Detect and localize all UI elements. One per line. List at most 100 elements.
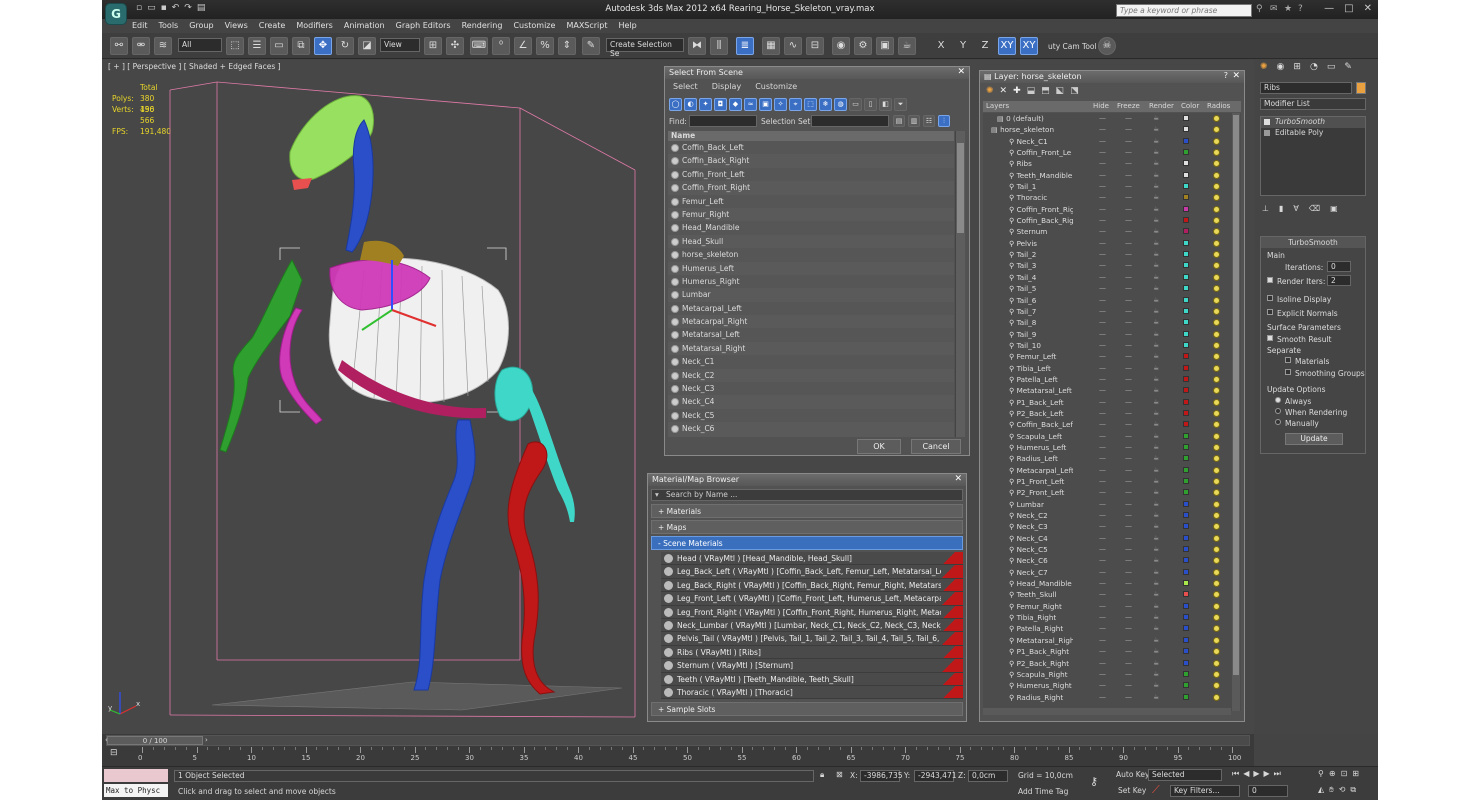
goto-end-icon[interactable]: ⏭ [1274, 769, 1281, 779]
freeze-toggle[interactable]: — [1125, 306, 1132, 317]
list-item[interactable]: Neck_C2 [668, 369, 954, 382]
layer-color-swatch[interactable] [1183, 160, 1189, 167]
isoline-checkbox[interactable] [1267, 295, 1273, 301]
list-item[interactable]: Coffin_Back_Left [668, 141, 954, 155]
layer-column-freeze[interactable]: Freeze [1117, 102, 1140, 110]
freeze-toggle[interactable]: — [1125, 487, 1132, 498]
render-teapot-icon[interactable]: ☕ [1153, 215, 1159, 226]
render-setup-icon[interactable]: ⚙ [854, 37, 872, 55]
display-xrefs-icon[interactable]: ✧ [774, 98, 787, 111]
render-teapot-icon[interactable]: ☕ [1153, 147, 1159, 158]
utilities-tab-icon[interactable]: ✎ [1344, 62, 1352, 72]
display-groups-icon[interactable]: ▣ [759, 98, 772, 111]
help-icon[interactable]: ? [1224, 71, 1228, 80]
layer-row[interactable]: ⚲ Neck_C6 — — ☕ [983, 555, 1241, 566]
maxscript-listener[interactable] [104, 769, 168, 782]
render-teapot-icon[interactable]: ☕ [1153, 680, 1159, 691]
layer-color-swatch[interactable] [1183, 682, 1189, 689]
list-item[interactable]: Head_Skull [668, 235, 954, 248]
radiosity-bulb-icon[interactable] [1213, 409, 1220, 417]
layer-color-swatch[interactable] [1183, 580, 1189, 587]
layer-row[interactable]: ⚲ P2_Front_Left — — ☕ [983, 487, 1241, 498]
render-teapot-icon[interactable]: ☕ [1153, 408, 1159, 419]
create-tab-icon[interactable]: ✺ [1260, 62, 1268, 72]
freeze-toggle[interactable]: — [1125, 340, 1132, 351]
render-teapot-icon[interactable]: ☕ [1153, 260, 1159, 271]
category-sample-slots[interactable]: + Sample Slots [651, 702, 963, 716]
keyboard-shortcut-icon[interactable]: ⌨ [470, 37, 488, 55]
layer-color-swatch[interactable] [1183, 443, 1189, 450]
highlight-layer-icon[interactable]: ⬒ [1041, 86, 1050, 98]
layer-row[interactable]: ⚲ Femur_Left — — ☕ [983, 351, 1241, 362]
render-teapot-icon[interactable]: ☕ [1153, 158, 1159, 169]
hide-toggle[interactable]: — [1099, 226, 1106, 237]
list-item[interactable]: Metatarsal_Left [668, 328, 954, 342]
hide-toggle[interactable]: — [1099, 601, 1106, 612]
freeze-toggle[interactable]: — [1125, 521, 1132, 532]
x-coordinate-field[interactable]: -3986,735 [860, 770, 903, 782]
render-teapot-icon[interactable]: ☕ [1153, 419, 1159, 430]
mirror-icon[interactable]: ⧓ [688, 37, 706, 55]
list-item[interactable]: Metatarsal_Right [668, 342, 954, 355]
radiosity-bulb-icon[interactable] [1213, 500, 1220, 508]
modifier-bulb-icon[interactable] [1264, 119, 1270, 125]
select-move-icon[interactable]: ✥ [314, 37, 332, 55]
radiosity-bulb-icon[interactable] [1213, 251, 1220, 259]
hide-toggle[interactable]: — [1099, 555, 1106, 566]
close-icon[interactable]: ✕ [957, 67, 965, 77]
layer-row[interactable]: ⚲ Neck_C7 — — ☕ [983, 567, 1241, 578]
list-item[interactable]: Head_Mandible [668, 221, 954, 235]
radiosity-bulb-icon[interactable] [1213, 126, 1220, 134]
layer-row[interactable]: ⚲ Neck_C3 — — ☕ [983, 521, 1241, 532]
axis-x-button[interactable]: X [932, 37, 950, 55]
help-icon[interactable]: ? [1298, 4, 1303, 14]
radiosity-bulb-icon[interactable] [1213, 307, 1220, 315]
layer-color-swatch[interactable] [1183, 591, 1189, 598]
layer-color-swatch[interactable] [1183, 228, 1189, 235]
scrollbar-thumb[interactable] [957, 143, 964, 233]
freeze-toggle[interactable]: — [1125, 680, 1132, 691]
radiosity-bulb-icon[interactable] [1213, 262, 1220, 270]
hide-toggle[interactable]: — [1099, 385, 1106, 396]
layer-column-render[interactable]: Render [1149, 102, 1174, 110]
layer-column-color[interactable]: Color [1181, 102, 1199, 110]
render-teapot-icon[interactable]: ☕ [1153, 623, 1159, 634]
layer-color-swatch[interactable] [1183, 307, 1189, 314]
freeze-toggle[interactable]: — [1125, 374, 1132, 385]
hide-toggle[interactable]: — [1099, 510, 1106, 521]
set-key-icon[interactable]: ⟋ [1152, 783, 1160, 797]
display-helpers-icon[interactable]: ◆ [729, 98, 742, 111]
hide-toggle[interactable]: — [1099, 113, 1106, 124]
motion-tab-icon[interactable]: ◔ [1310, 62, 1318, 72]
render-teapot-icon[interactable]: ☕ [1153, 692, 1159, 703]
radiosity-bulb-icon[interactable] [1213, 149, 1220, 157]
layer-color-swatch[interactable] [1183, 126, 1189, 133]
radiosity-bulb-icon[interactable] [1213, 296, 1220, 304]
radiosity-bulb-icon[interactable] [1213, 682, 1220, 690]
axis-xy-button[interactable]: XY [998, 37, 1016, 55]
communication-center-icon[interactable]: ✉ [1270, 4, 1278, 14]
spinner-snap-icon[interactable]: ⇕ [558, 37, 576, 55]
minimize-button[interactable]: — [1324, 3, 1334, 14]
modifier-list-dropdown[interactable]: Modifier List [1260, 98, 1366, 110]
radiosity-bulb-icon[interactable] [1213, 341, 1220, 349]
material-item[interactable]: Teeth ( VRayMtl ) [Teeth_Mandible, Teeth… [661, 672, 963, 686]
layer-row[interactable]: ⚲ Humerus_Left — — ☕ [983, 442, 1241, 453]
ribbon-icon[interactable]: ▦ [762, 37, 780, 55]
list-options-icon[interactable]: ☷ [923, 115, 935, 127]
next-key-icon[interactable]: ▶︎ [1264, 769, 1270, 779]
radiosity-bulb-icon[interactable] [1213, 636, 1220, 644]
hide-toggle[interactable]: — [1099, 692, 1106, 703]
render-teapot-icon[interactable]: ☕ [1153, 669, 1159, 680]
prev-key-icon[interactable]: ◀︎ [1243, 769, 1249, 779]
hide-toggle[interactable]: — [1099, 408, 1106, 419]
layer-row[interactable]: ⚲ Coffin_Front_Rig — — ☕ [983, 204, 1241, 215]
render-teapot-icon[interactable]: ☕ [1153, 306, 1159, 317]
render-iters-spinner[interactable]: 2 [1327, 275, 1351, 286]
layer-color-swatch[interactable] [1183, 137, 1189, 144]
list-item[interactable]: Humerus_Right [668, 274, 954, 289]
layer-scrollbar-thumb[interactable] [1233, 115, 1239, 675]
layer-color-swatch[interactable] [1183, 659, 1189, 666]
freeze-toggle[interactable]: — [1125, 329, 1132, 340]
radiosity-bulb-icon[interactable] [1213, 387, 1220, 395]
